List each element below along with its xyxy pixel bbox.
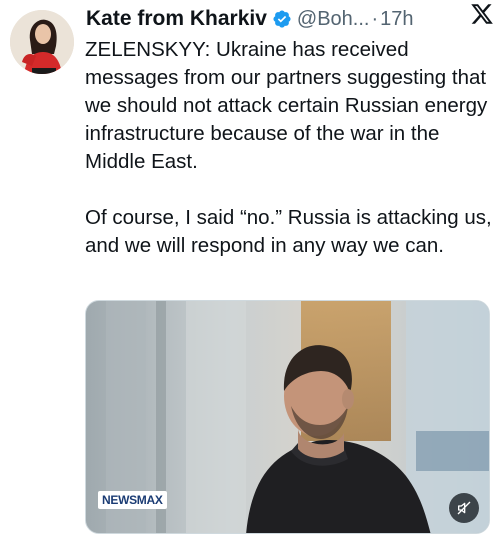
tweet-timestamp[interactable]: 17h	[380, 8, 413, 31]
tweet-card[interactable]: Kate from Kharkiv @Boh... · 17h ZELENSKY…	[0, 0, 500, 545]
tweet-text: ZELENSKYY: Ukraine has received messages…	[85, 36, 495, 260]
tweet-paragraph-1: ZELENSKYY: Ukraine has received messages…	[85, 38, 488, 173]
tweet-video[interactable]: NEWSMAX	[85, 300, 490, 534]
tweet-header: Kate from Kharkiv @Boh... · 17h	[86, 4, 490, 34]
verified-badge-icon	[273, 10, 291, 28]
tweet-paragraph-2: Of course, I said “no.” Russia is attack…	[85, 206, 492, 257]
mute-button[interactable]	[449, 493, 479, 523]
author-handle[interactable]: @Boh...	[297, 8, 370, 31]
muted-speaker-icon	[457, 501, 471, 515]
author-name[interactable]: Kate from Kharkiv	[86, 7, 267, 31]
newsmax-watermark: NEWSMAX	[98, 491, 167, 509]
x-logo-icon[interactable]	[470, 2, 494, 26]
avatar-image	[10, 10, 74, 74]
author-avatar[interactable]	[10, 10, 74, 74]
meta-separator: ·	[371, 7, 379, 30]
